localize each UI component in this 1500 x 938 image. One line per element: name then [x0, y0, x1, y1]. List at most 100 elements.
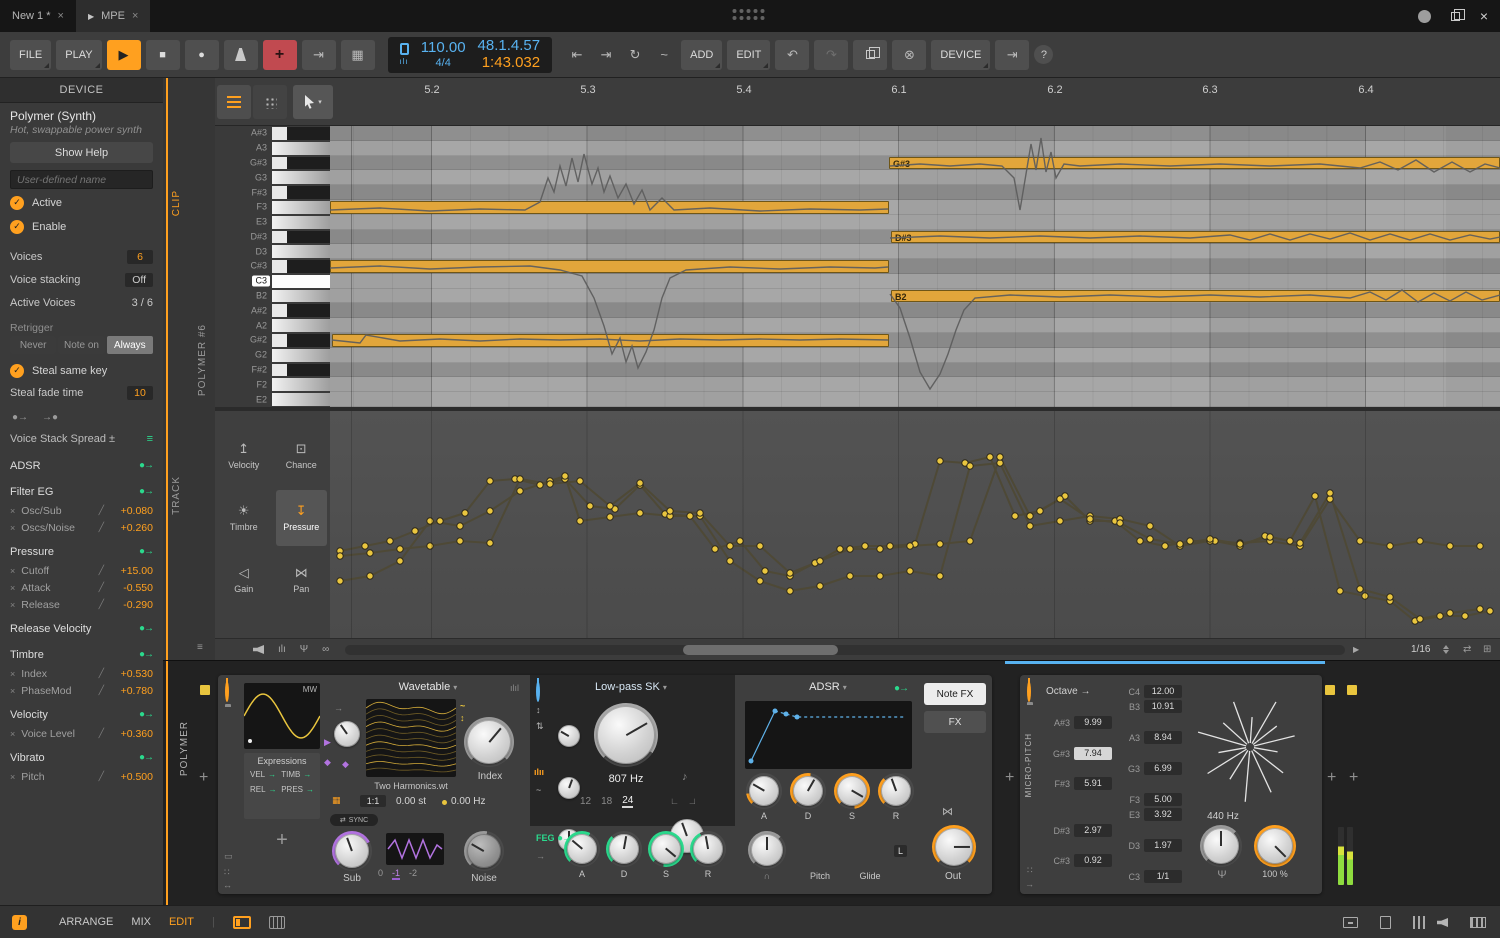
layers-icon[interactable]: ≡: [197, 642, 203, 653]
osc-detune-value[interactable]: 0.00 st: [396, 796, 426, 807]
polymer-device[interactable]: ▭ ∷ ↔ MW Expressions VEL→TIMB→REL→PRES→ …: [218, 675, 992, 894]
mapping-dots-icon[interactable]: ∷: [224, 867, 230, 878]
note-grid[interactable]: G#3D#3B2: [330, 126, 1500, 407]
phase-knob[interactable]: [334, 721, 360, 747]
mixer-panel-icon[interactable]: [1413, 916, 1415, 929]
add-device-button[interactable]: +: [199, 769, 208, 787]
filter-slope-12[interactable]: 12: [580, 796, 591, 807]
piano-key-E2[interactable]: E2: [215, 392, 330, 407]
mp-note-value[interactable]: 5.91: [1074, 777, 1112, 790]
piano-key-D#3[interactable]: D#3: [215, 230, 330, 245]
mod-routing-in-icon[interactable]: ●→: [12, 412, 28, 423]
punch-out-marker-button[interactable]: ⇥: [594, 40, 618, 70]
env-s-knob[interactable]: [834, 773, 870, 809]
filter-mix-knob[interactable]: [558, 777, 580, 799]
mic-icon[interactable]: Ψ: [300, 644, 308, 655]
piano-key-A#3[interactable]: A#3: [215, 126, 330, 141]
retrigger-option-note-on[interactable]: Note on: [58, 336, 104, 354]
filter-cutoff-value[interactable]: 807 Hz: [594, 773, 658, 785]
active-toggle[interactable]: ✓ Active: [0, 192, 163, 213]
mod-amount-value[interactable]: +15.00: [109, 565, 153, 577]
filter-type-select[interactable]: Low-pass SK ▾: [556, 681, 706, 693]
close-tab-icon[interactable]: ×: [132, 10, 138, 22]
duplicate-button[interactable]: [853, 40, 887, 70]
device-menu-button[interactable]: DEVICE: [931, 40, 990, 70]
punch-in-button[interactable]: ⇥: [302, 40, 336, 70]
env-r-knob[interactable]: [878, 773, 914, 809]
wavetable-display[interactable]: [366, 699, 456, 777]
envelope-display[interactable]: [745, 701, 912, 769]
undo-button[interactable]: ↶: [775, 40, 809, 70]
audition-icon[interactable]: [253, 645, 264, 654]
micro-pitch-row-D3[interactable]: D31.97: [1044, 839, 1214, 853]
filter-power-button[interactable]: [536, 683, 540, 701]
mp-note-value[interactable]: 10.91: [1144, 700, 1182, 713]
piano-key-A#2[interactable]: A#2: [215, 303, 330, 318]
mp-note-value[interactable]: 7.94: [1074, 747, 1112, 760]
io-routing-icon[interactable]: ↔: [223, 880, 232, 890]
remove-mod-icon[interactable]: ×: [10, 523, 15, 533]
filter-serial-icon[interactable]: ⇅: [536, 721, 544, 732]
view-mix[interactable]: MIX: [131, 916, 151, 928]
tune-knob[interactable]: [1200, 825, 1242, 867]
note-fx-tab[interactable]: Note FX: [924, 683, 986, 705]
piano-key-D3[interactable]: D3: [215, 244, 330, 259]
browser-panel-icon[interactable]: [1343, 917, 1358, 928]
punch-in-marker-button[interactable]: ⇤: [565, 40, 589, 70]
piano-key-G2[interactable]: G2: [215, 348, 330, 363]
lane-gain[interactable]: ◁Gain: [218, 552, 270, 608]
device-power-button[interactable]: [225, 683, 229, 701]
record-button[interactable]: ●: [185, 40, 219, 70]
filter-drive-knob[interactable]: [558, 725, 580, 747]
piano-key-G#3[interactable]: G#3: [215, 156, 330, 171]
mod-source-pressure[interactable]: Pressure: [0, 541, 163, 562]
mp-note-value[interactable]: 9.99: [1074, 716, 1112, 729]
view-edit[interactable]: EDIT: [169, 916, 194, 928]
mp-note-value[interactable]: 6.99: [1144, 762, 1182, 775]
remote-controls-icon[interactable]: ▭: [224, 851, 233, 862]
stop-button[interactable]: ■: [146, 40, 180, 70]
piano-key-C#3[interactable]: C#3: [215, 259, 330, 274]
spread-icon[interactable]: ↕: [460, 713, 465, 723]
filter-routing-icon[interactable]: ↕: [536, 705, 541, 715]
remove-mod-icon[interactable]: ×: [10, 506, 15, 516]
view-arrange[interactable]: ARRANGE: [59, 916, 113, 928]
tempo-value[interactable]: 110.00: [421, 40, 466, 57]
device-panel-toggle[interactable]: [233, 916, 251, 929]
piano-key-F#3[interactable]: F#3: [215, 185, 330, 200]
device-power-button[interactable]: [1027, 683, 1031, 701]
scroll-right-icon[interactable]: ▶: [1353, 645, 1359, 654]
mapping-dots-icon[interactable]: ∷: [1027, 865, 1033, 876]
amount-knob[interactable]: [1254, 825, 1296, 867]
mp-note-value[interactable]: 12.00: [1144, 685, 1182, 698]
mod-target-phasemod[interactable]: ×PhaseMod╱+0.780: [0, 682, 163, 699]
slope-shape-icon[interactable]: ∟: [670, 796, 679, 806]
mod-arrow-icon[interactable]: [139, 460, 153, 471]
glide-legato-badge[interactable]: L: [894, 845, 907, 857]
piano-key-F3[interactable]: F3: [215, 200, 330, 215]
lane-chance[interactable]: ⊡Chance: [276, 428, 328, 484]
keytrack-note-icon[interactable]: ♪: [682, 771, 688, 783]
mod-amount-value[interactable]: -0.290: [109, 599, 153, 611]
steal-fade-value[interactable]: 10: [127, 386, 153, 400]
sync-toggle[interactable]: ⇄ SYNC: [330, 814, 378, 826]
mod-curve-icon[interactable]: ╱: [99, 582, 104, 593]
expression-slot-rel[interactable]: REL→: [250, 785, 277, 794]
mod-amount-value[interactable]: +0.260: [109, 522, 153, 534]
sine-shape-icon[interactable]: ~: [536, 785, 541, 795]
timeline-ruler[interactable]: 5.25.35.46.16.26.36.4: [215, 78, 1500, 126]
remove-mod-icon[interactable]: ×: [10, 600, 15, 610]
feg-d-knob[interactable]: [606, 831, 642, 867]
amp-env-select[interactable]: ADSR ▾: [758, 681, 898, 693]
delete-button[interactable]: ⊗: [892, 40, 926, 70]
steal-fade-row[interactable]: Steal fade time 10: [0, 381, 163, 404]
maximize-icon[interactable]: [1451, 12, 1460, 21]
sub-octave--1[interactable]: -1: [392, 868, 400, 880]
mod-target-attack[interactable]: ×Attack╱-0.550: [0, 579, 163, 596]
link-icon[interactable]: ∞: [322, 644, 329, 655]
feg-a-knob[interactable]: [564, 831, 600, 867]
feg-s-knob[interactable]: [648, 831, 684, 867]
automation-follow-button[interactable]: ~: [652, 40, 676, 70]
retrigger-option-never[interactable]: Never: [10, 336, 56, 354]
osc-ratio-value[interactable]: 1:1: [360, 795, 386, 807]
